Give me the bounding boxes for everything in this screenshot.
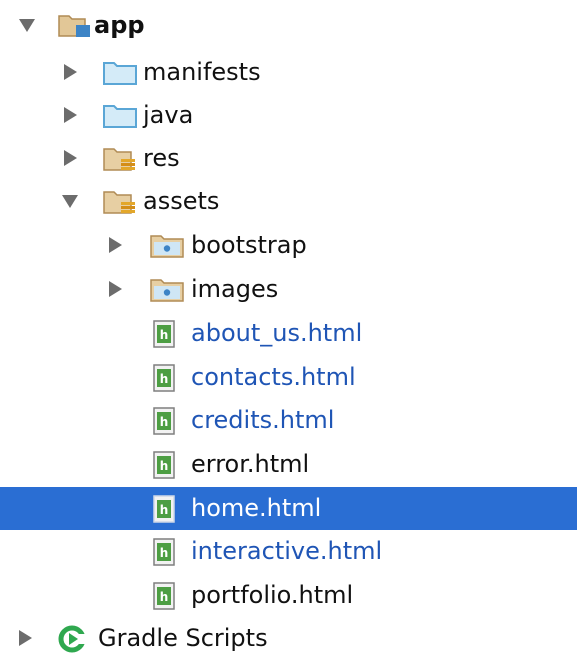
tree-item-label: app [94, 11, 145, 39]
folder-icon [103, 62, 137, 85]
html-file-icon: h [153, 320, 175, 348]
tree-item-label: error.html [191, 450, 310, 478]
collapse-arrow-icon[interactable] [64, 107, 77, 123]
tree-item-file[interactable]: h credits.html [0, 399, 577, 442]
tree-item-label: portfolio.html [191, 581, 354, 609]
tree-item-file[interactable]: h contacts.html [0, 356, 577, 399]
tree-item-java[interactable]: java [0, 94, 577, 137]
svg-text:h: h [160, 328, 169, 342]
tree-item-label: about_us.html [191, 319, 363, 347]
expand-arrow-icon[interactable] [19, 19, 35, 32]
project-tree: app manifests java res assets bootstrap … [0, 0, 577, 654]
tree-item-file[interactable]: h error.html [0, 443, 577, 486]
tree-item-label: assets [143, 187, 220, 215]
package-folder-icon [150, 279, 184, 302]
tree-item-label: manifests [143, 58, 261, 86]
html-file-icon: h [153, 451, 175, 479]
tree-item-manifests[interactable]: manifests [0, 51, 577, 94]
svg-text:h: h [160, 415, 169, 429]
folder-icon [103, 105, 137, 128]
tree-item-label: bootstrap [191, 231, 307, 259]
tree-item-label: res [143, 144, 180, 172]
tree-item-label: interactive.html [191, 537, 383, 565]
svg-text:h: h [160, 546, 169, 560]
tree-item-label: contacts.html [191, 363, 356, 391]
tree-item-images[interactable]: images [0, 268, 577, 311]
svg-text:h: h [160, 372, 169, 386]
collapse-arrow-icon[interactable] [109, 237, 122, 253]
module-folder-icon [58, 15, 90, 37]
html-file-icon: h [153, 364, 175, 392]
tree-item-file[interactable]: h about_us.html [0, 312, 577, 355]
tree-item-file[interactable]: h interactive.html [0, 530, 577, 573]
resource-folder-icon [103, 191, 135, 214]
html-file-icon: h [153, 407, 175, 435]
expand-arrow-icon[interactable] [62, 195, 78, 208]
resource-folder-icon [103, 148, 135, 171]
collapse-arrow-icon[interactable] [64, 64, 77, 80]
collapse-arrow-icon[interactable] [109, 281, 122, 297]
tree-item-bootstrap[interactable]: bootstrap [0, 224, 577, 267]
gradle-icon [58, 625, 86, 653]
svg-text:h: h [160, 503, 169, 517]
html-file-icon: h [153, 582, 175, 610]
tree-item-assets[interactable]: assets [0, 180, 577, 223]
html-file-icon: h [153, 538, 175, 566]
svg-text:h: h [160, 590, 169, 604]
collapse-arrow-icon[interactable] [19, 630, 32, 646]
svg-text:h: h [160, 459, 169, 473]
tree-item-label: images [191, 275, 279, 303]
tree-item-label: home.html [191, 494, 322, 522]
package-folder-icon [150, 235, 184, 258]
html-file-icon: h [153, 495, 175, 523]
tree-item-file-selected[interactable]: h home.html [0, 487, 577, 530]
tree-item-app[interactable]: app [0, 4, 577, 47]
tree-item-res[interactable]: res [0, 137, 577, 180]
tree-item-label: credits.html [191, 406, 335, 434]
tree-item-file[interactable]: h portfolio.html [0, 574, 577, 617]
collapse-arrow-icon[interactable] [64, 150, 77, 166]
tree-item-label: java [143, 101, 194, 129]
